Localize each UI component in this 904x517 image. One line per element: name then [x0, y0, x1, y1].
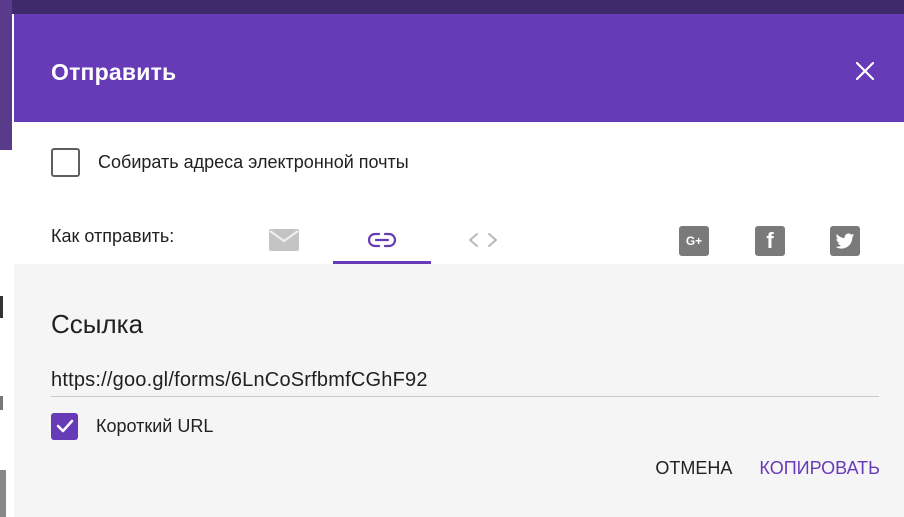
tab-link[interactable]: [333, 216, 431, 264]
checkmark-icon: [56, 419, 73, 433]
dialog-header: Отправить: [14, 14, 904, 122]
link-icon: [367, 232, 397, 248]
send-method-label: Как отправить:: [51, 226, 175, 246]
short-url-checkbox[interactable]: [51, 412, 78, 440]
background-page-edge: [0, 0, 12, 517]
copy-button[interactable]: КОПИРОВАТЬ: [759, 458, 880, 479]
collect-emails-checkbox[interactable]: [51, 147, 80, 177]
collect-emails-label[interactable]: Собирать адреса электронной почты: [98, 152, 409, 173]
send-dialog: Отправить Собирать адреса электронной по…: [14, 14, 904, 517]
twitter-icon[interactable]: [830, 226, 860, 256]
cancel-button[interactable]: ОТМЕНА: [655, 458, 732, 479]
mail-icon: [269, 229, 299, 251]
link-url-text[interactable]: https://goo.gl/forms/6LnCoSrfbmfCGhF92: [51, 367, 879, 392]
close-icon[interactable]: [852, 58, 878, 84]
short-url-option: Короткий URL: [51, 412, 213, 440]
background-content-strip: [0, 150, 12, 517]
embed-code-icon: [469, 233, 497, 247]
tab-embed[interactable]: [453, 216, 513, 264]
background-text-fragment: [0, 296, 3, 318]
link-section-title: Ссылка: [51, 309, 144, 339]
dialog-actions: ОТМЕНА КОПИРОВАТЬ: [655, 458, 880, 479]
collect-emails-option: Собирать адреса электронной почты: [51, 147, 409, 177]
short-url-label[interactable]: Короткий URL: [96, 416, 213, 437]
background-text-fragment: [0, 396, 3, 410]
link-url-field[interactable]: https://goo.gl/forms/6LnCoSrfbmfCGhF92: [51, 367, 879, 397]
background-text-fragment: [0, 470, 6, 517]
background-page-top: [0, 0, 904, 14]
link-panel: Ссылка https://goo.gl/forms/6LnCoSrfbmfC…: [14, 264, 904, 517]
tab-email[interactable]: [254, 216, 314, 264]
google-plus-icon[interactable]: G+: [679, 226, 709, 256]
facebook-glyph: f: [766, 228, 774, 253]
facebook-icon[interactable]: f: [755, 226, 785, 256]
background-header-strip: [0, 0, 12, 150]
dialog-title: Отправить: [51, 59, 177, 85]
send-method-row: Как отправить: G+ f: [51, 216, 881, 264]
google-plus-glyph: G+: [685, 234, 703, 248]
